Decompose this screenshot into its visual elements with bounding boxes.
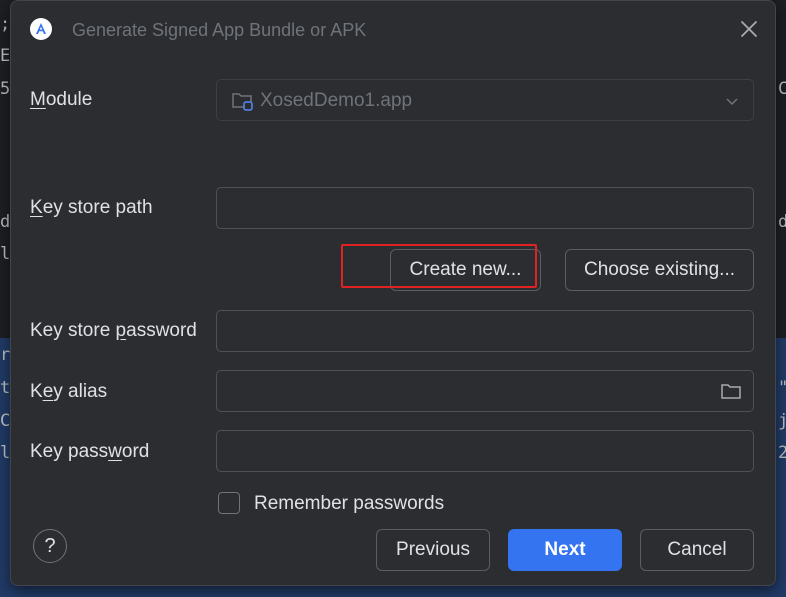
cancel-button[interactable]: Cancel [640,529,754,571]
help-icon[interactable]: ? [33,529,67,563]
module-value: XosedDemo1.app [260,90,413,111]
choose-existing-button[interactable]: Choose existing... [565,249,754,291]
next-button[interactable]: Next [508,529,622,571]
key-alias-field[interactable] [216,370,754,412]
key-store-path-field[interactable] [216,187,754,229]
editor-char: 2 [778,443,786,463]
module-folder-icon [231,90,255,117]
module-label: Module [30,89,93,110]
key-store-password-label: Key store password [30,320,197,341]
module-dropdown[interactable]: XosedDemo1.app [216,79,754,121]
editor-char: ; [0,14,11,34]
chevron-down-icon [725,94,739,112]
editor-char: " [778,378,786,398]
previous-button[interactable]: Previous [376,529,490,571]
editor-char: C [778,79,786,99]
editor-char: l [0,244,11,264]
key-password-input[interactable] [217,431,753,471]
editor-char: t [0,378,11,398]
key-store-password-input[interactable] [217,311,753,351]
create-new-button[interactable]: Create new... [390,249,541,291]
generate-signed-dialog: Generate Signed App Bundle or APK Module… [10,0,776,586]
remember-passwords-label[interactable]: Remember passwords [254,493,444,515]
folder-icon[interactable] [719,380,743,402]
editor-char: E [0,46,11,66]
key-store-path-label: Key store path [30,197,153,218]
android-studio-icon [30,18,52,40]
key-store-path-input[interactable] [217,188,753,228]
editor-char: l [0,443,11,463]
editor-char: 5 [0,79,11,99]
key-password-field[interactable] [216,430,754,472]
key-password-label: Key password [30,441,150,462]
editor-char: d [778,212,786,232]
key-store-password-field[interactable] [216,310,754,352]
dialog-titlebar[interactable]: Generate Signed App Bundle or APK [11,1,775,59]
editor-char: C [0,411,11,431]
close-icon[interactable] [737,17,761,41]
editor-char: j [778,411,786,431]
editor-char: r [0,345,11,365]
key-alias-label: Key alias [30,381,108,402]
remember-passwords-checkbox[interactable] [218,492,240,514]
key-alias-input[interactable] [217,371,753,411]
editor-char: d [0,212,11,232]
dialog-title: Generate Signed App Bundle or APK [72,20,367,40]
